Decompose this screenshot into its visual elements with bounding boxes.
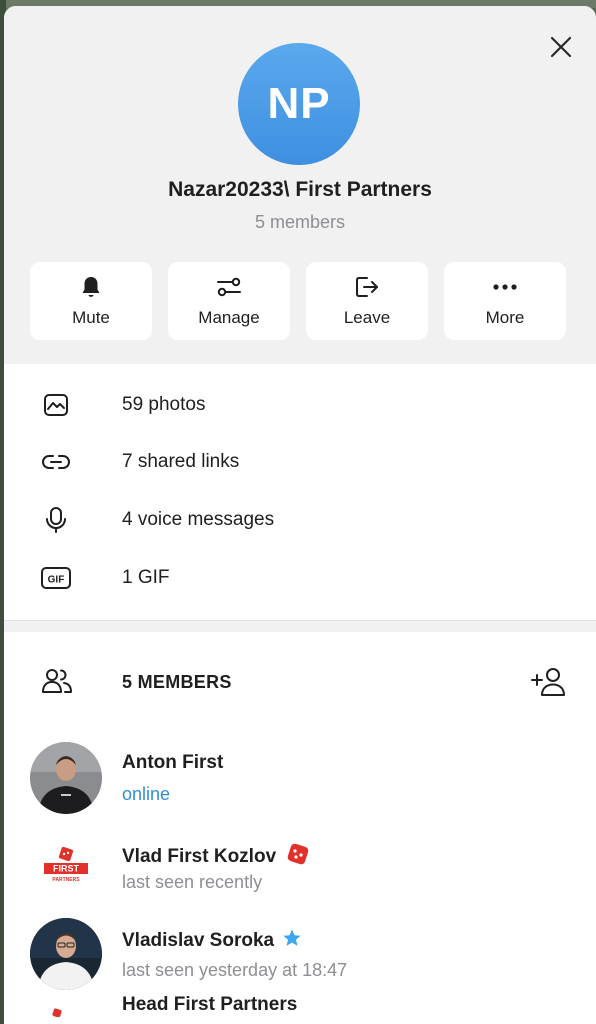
members-icon	[40, 666, 74, 701]
media-links-label: 7 shared links	[122, 451, 240, 472]
group-avatar-initials: NP	[267, 79, 331, 128]
profile-header: NP Nazar20233\ First Partners 5 members …	[4, 6, 596, 364]
gif-icon: GIF	[40, 562, 72, 594]
member-avatar-partial[interactable]	[50, 1004, 64, 1018]
more-label: More	[485, 308, 525, 327]
add-user-icon	[531, 668, 565, 696]
link-icon	[40, 446, 72, 478]
action-bar: Mute Manage Leave More	[30, 262, 566, 340]
svg-text:GIF: GIF	[48, 575, 65, 586]
member-name: Vladislav Soroka	[122, 928, 302, 954]
mute-button[interactable]: Mute	[30, 262, 152, 340]
group-info-panel: NP Nazar20233\ First Partners 5 members …	[4, 6, 596, 1024]
add-member-button[interactable]	[528, 662, 568, 702]
star-badge-icon	[282, 928, 302, 954]
member-row[interactable]: Anton First online	[4, 742, 596, 822]
first-partners-logo-text: FIRST	[53, 864, 80, 874]
members-title: 5 MEMBERS	[122, 672, 232, 692]
member-avatar[interactable]: FIRST PARTNERS	[30, 830, 102, 902]
member-avatar[interactable]	[30, 742, 102, 814]
member-status: last seen yesterday at 18:47	[122, 960, 348, 980]
shared-media-list: 59 photos 7 shared links 4 voice message…	[4, 364, 596, 620]
manage-button[interactable]: Manage	[168, 262, 290, 340]
first-partners-logo-sub: PARTNERS	[52, 877, 80, 883]
group-member-count: 5 members	[254, 212, 346, 232]
media-voice-label: 4 voice messages	[122, 509, 275, 530]
manage-label: Manage	[198, 308, 260, 327]
media-row-photos[interactable]: 59 photos	[4, 377, 596, 433]
leave-icon	[356, 277, 378, 297]
member-status: online	[122, 784, 171, 804]
media-row-gif[interactable]: GIF 1 GIF	[4, 550, 596, 606]
close-button[interactable]	[546, 32, 576, 62]
group-title: Nazar20233\ First Partners	[168, 178, 432, 201]
media-photos-label: 59 photos	[122, 394, 206, 415]
media-gif-label: 1 GIF	[122, 567, 170, 588]
more-button[interactable]: More	[444, 262, 566, 340]
members-section: 5 MEMBERS Anton First online FIRST PARTN…	[4, 632, 596, 1024]
member-row[interactable]: FIRST PARTNERS Vlad First Kozlov last se…	[4, 830, 596, 910]
member-name-partial: Head First Partners	[122, 994, 298, 1015]
member-row[interactable]: Vladislav Soroka last seen yesterday at …	[4, 918, 596, 998]
media-row-links[interactable]: 7 shared links	[4, 434, 596, 490]
member-status: last seen recently	[122, 872, 263, 892]
bell-icon	[82, 277, 100, 297]
dice-badge-icon	[284, 840, 312, 874]
members-header: 5 MEMBERS	[4, 658, 596, 704]
close-icon	[550, 36, 572, 58]
media-row-voice[interactable]: 4 voice messages	[4, 492, 596, 548]
photo-icon	[40, 389, 72, 421]
group-avatar[interactable]: NP	[238, 43, 360, 165]
member-name: Anton First	[122, 752, 224, 773]
member-name: Vlad First Kozlov	[122, 840, 312, 874]
leave-label: Leave	[343, 308, 391, 327]
microphone-icon	[40, 504, 72, 536]
leave-button[interactable]: Leave	[306, 262, 428, 340]
mute-label: Mute	[72, 308, 110, 327]
sliders-icon	[217, 277, 241, 297]
more-dots-icon	[493, 284, 517, 290]
member-avatar[interactable]	[30, 918, 102, 990]
